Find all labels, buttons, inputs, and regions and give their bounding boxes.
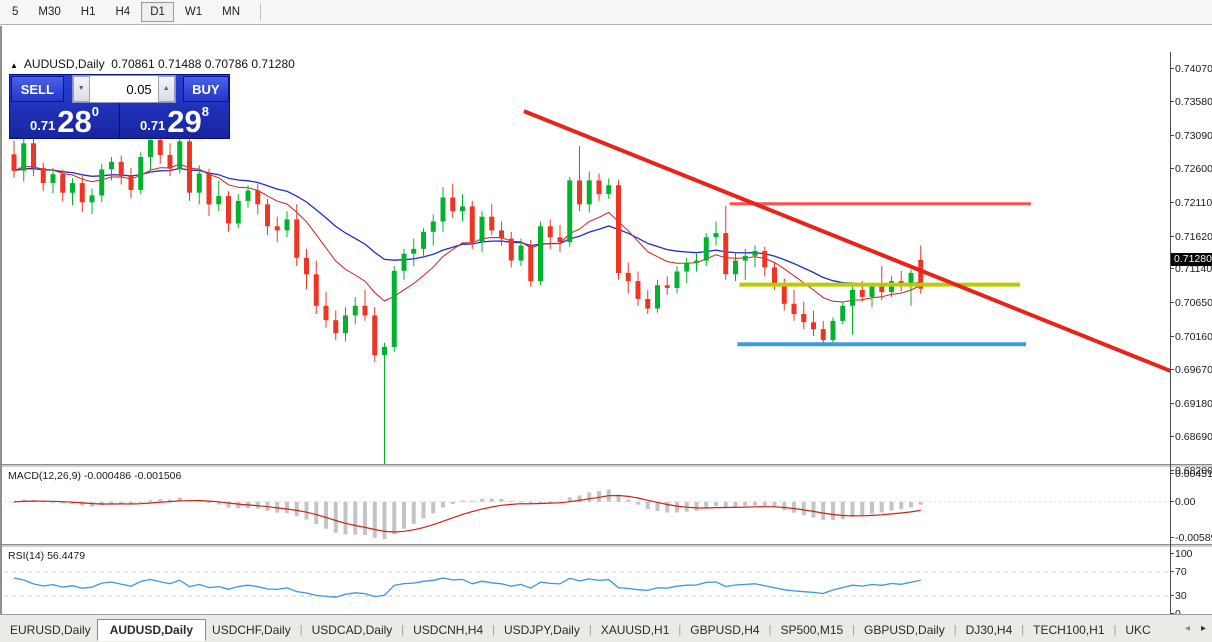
- axis-tick: [1170, 101, 1174, 103]
- axis-tick: [1170, 473, 1174, 475]
- price-axis-label: 0.74070: [1175, 62, 1212, 75]
- timeframe-button-h1[interactable]: H1: [72, 2, 105, 22]
- axis-tick: [1170, 537, 1174, 539]
- rsi-axis-label: 30: [1175, 590, 1187, 602]
- chart-tab-bar: EURUSD,Daily AUDUSD,Daily USDCHF,Daily | USD…: [0, 614, 1212, 642]
- timeframe-button-h4[interactable]: H4: [106, 2, 139, 22]
- price-axis-label: 0.71140: [1175, 263, 1212, 276]
- timeframe-button-m30[interactable]: M30: [29, 2, 69, 22]
- volume-input[interactable]: [89, 76, 158, 102]
- price-axis-label: 0.73580: [1175, 96, 1212, 109]
- chart-tab-usdcad-daily[interactable]: USDCAD,Daily: [306, 620, 399, 640]
- price-axis-label: 0.70160: [1175, 330, 1212, 343]
- rsi-chart[interactable]: [4, 547, 1170, 620]
- axis-tick: [1170, 595, 1174, 596]
- price-axis-label: 0.69180: [1175, 397, 1212, 410]
- volume-increase-button[interactable]: ▲: [157, 76, 175, 102]
- chart-title-bar: ▲ AUDUSD,Daily 0.70861 0.71488 0.70786 0.…: [10, 57, 295, 71]
- macd-axis-label: 0.004517: [1175, 468, 1212, 481]
- axis-tick: [1170, 369, 1174, 371]
- buy-button[interactable]: BUY: [182, 76, 229, 102]
- tab-divider: |: [678, 624, 682, 636]
- tab-divider: |: [1021, 624, 1025, 636]
- axis-tick: [1170, 235, 1174, 237]
- volume-decrease-button[interactable]: ▼: [72, 76, 90, 102]
- tab-divider: |: [492, 624, 496, 636]
- price-axis-label: 0.69670: [1175, 364, 1212, 377]
- tab-scroll-left-icon[interactable]: ◂: [1185, 623, 1190, 634]
- rsi-axis-label: 70: [1175, 566, 1187, 578]
- tab-divider: |: [953, 624, 957, 636]
- buy-price-display[interactable]: 0.71 29 8: [120, 103, 229, 139]
- timeframe-button-w1[interactable]: W1: [176, 2, 211, 22]
- axis-tick: [1170, 553, 1174, 554]
- tab-divider: |: [852, 624, 856, 636]
- chart-tabs: EURUSD,Daily AUDUSD,Daily USDCHF,Daily | USD…: [4, 619, 1157, 641]
- macd-axis-label: -0.005899: [1175, 532, 1212, 545]
- sell-button[interactable]: SELL: [11, 76, 64, 102]
- expand-icon[interactable]: ▲: [10, 61, 18, 70]
- one-click-trading-widget: SELL ▼ ▲ BUY 0.71 28 0 0.71 29 8: [9, 74, 230, 139]
- tab-divider: |: [401, 624, 405, 636]
- chart-tab-usdcnh-h4[interactable]: USDCNH,H4: [407, 620, 489, 640]
- price-axis-label: 0.70650: [1175, 297, 1212, 310]
- tab-divider: |: [299, 624, 303, 636]
- sell-price-pips: 28: [57, 104, 92, 139]
- axis-tick: [1170, 302, 1174, 304]
- chart-tab-gbpusd-daily[interactable]: GBPUSD,Daily: [858, 620, 951, 640]
- price-axis-label: 0.72110: [1175, 196, 1212, 209]
- chart-tab-audusd-daily[interactable]: AUDUSD,Daily: [96, 619, 207, 641]
- price-axis-label: 0.72600: [1175, 163, 1212, 176]
- chart-symbol-label: AUDUSD,Daily: [23, 57, 105, 71]
- tab-divider: |: [588, 624, 592, 636]
- axis-tick: [1170, 168, 1174, 170]
- timeframe-toolbar: 5 M30 H1 H4 D1 W1 MN: [0, 0, 1212, 25]
- chart-tab-gbpusd-h4[interactable]: GBPUSD,H4: [684, 620, 765, 640]
- price-axis-label: 0.73090: [1175, 129, 1212, 142]
- toolbar-divider: [260, 3, 262, 21]
- chart-tab-dj30-h4[interactable]: DJ30,H4: [960, 620, 1019, 640]
- axis-tick: [1170, 500, 1174, 502]
- axis-tick: [1170, 470, 1174, 472]
- price-axis-border: [1170, 52, 1171, 640]
- axis-tick: [1170, 436, 1174, 438]
- macd-axis-label: 0.00: [1175, 495, 1196, 508]
- chart-tab-xauusd-h1[interactable]: XAUUSD,H1: [595, 620, 676, 640]
- buy-price-point: 8: [201, 104, 210, 119]
- timeframe-button-5[interactable]: 5: [3, 2, 27, 22]
- macd-indicator-label: MACD(12,26,9) -0.000486 -0.001506: [8, 470, 182, 482]
- chart-tab-sp500-m15[interactable]: SP500,M15: [774, 620, 849, 640]
- axis-tick: [1170, 201, 1174, 203]
- buy-price-pips: 29: [167, 104, 202, 139]
- chart-tab-usdjpy-daily[interactable]: USDJPY,Daily: [498, 620, 586, 640]
- rsi-axis-label: 100: [1175, 548, 1193, 560]
- chart-ohlc-values: 0.70861 0.71488 0.70786 0.71280: [111, 57, 295, 71]
- axis-tick: [1170, 402, 1174, 404]
- axis-tick: [1170, 67, 1174, 69]
- axis-tick: [1170, 134, 1174, 136]
- chart-tab-usdchf-daily[interactable]: USDCHF,Daily: [206, 620, 297, 640]
- volume-stepper: ▼ ▲: [71, 75, 176, 103]
- tab-scroll-right-icon[interactable]: ▸: [1201, 623, 1206, 634]
- sell-price-point: 0: [91, 104, 100, 119]
- chart-tab-ukc[interactable]: UKC: [1119, 620, 1156, 640]
- sell-price-display[interactable]: 0.71 28 0: [10, 103, 120, 139]
- axis-tick: [1170, 335, 1174, 337]
- chart-tab-eurusd-daily[interactable]: EURUSD,Daily: [4, 620, 97, 640]
- mt4-terminal: 5 M30 H1 H4 D1 W1 MN ▲ AUDUSD,Daily 0.70861 0.7…: [0, 0, 1212, 642]
- chart-tab-tech100-h1[interactable]: TECH100,H1: [1027, 620, 1110, 640]
- axis-tick: [1170, 571, 1174, 572]
- chart-window[interactable]: ▲ AUDUSD,Daily 0.70861 0.71488 0.70786 0.…: [0, 26, 1212, 640]
- buy-price-prefix: 0.71: [139, 118, 166, 133]
- price-axis-label: 0.68690: [1175, 431, 1212, 444]
- timeframe-button-mn[interactable]: MN: [213, 2, 249, 22]
- axis-tick: [1170, 268, 1174, 270]
- rsi-indicator-label: RSI(14) 56.4479: [8, 550, 86, 562]
- sell-price-prefix: 0.71: [29, 118, 56, 133]
- tab-divider: |: [768, 624, 772, 636]
- timeframe-button-d1[interactable]: D1: [141, 2, 174, 22]
- tab-divider: |: [1113, 624, 1117, 636]
- price-axis-label: 0.71620: [1175, 230, 1212, 243]
